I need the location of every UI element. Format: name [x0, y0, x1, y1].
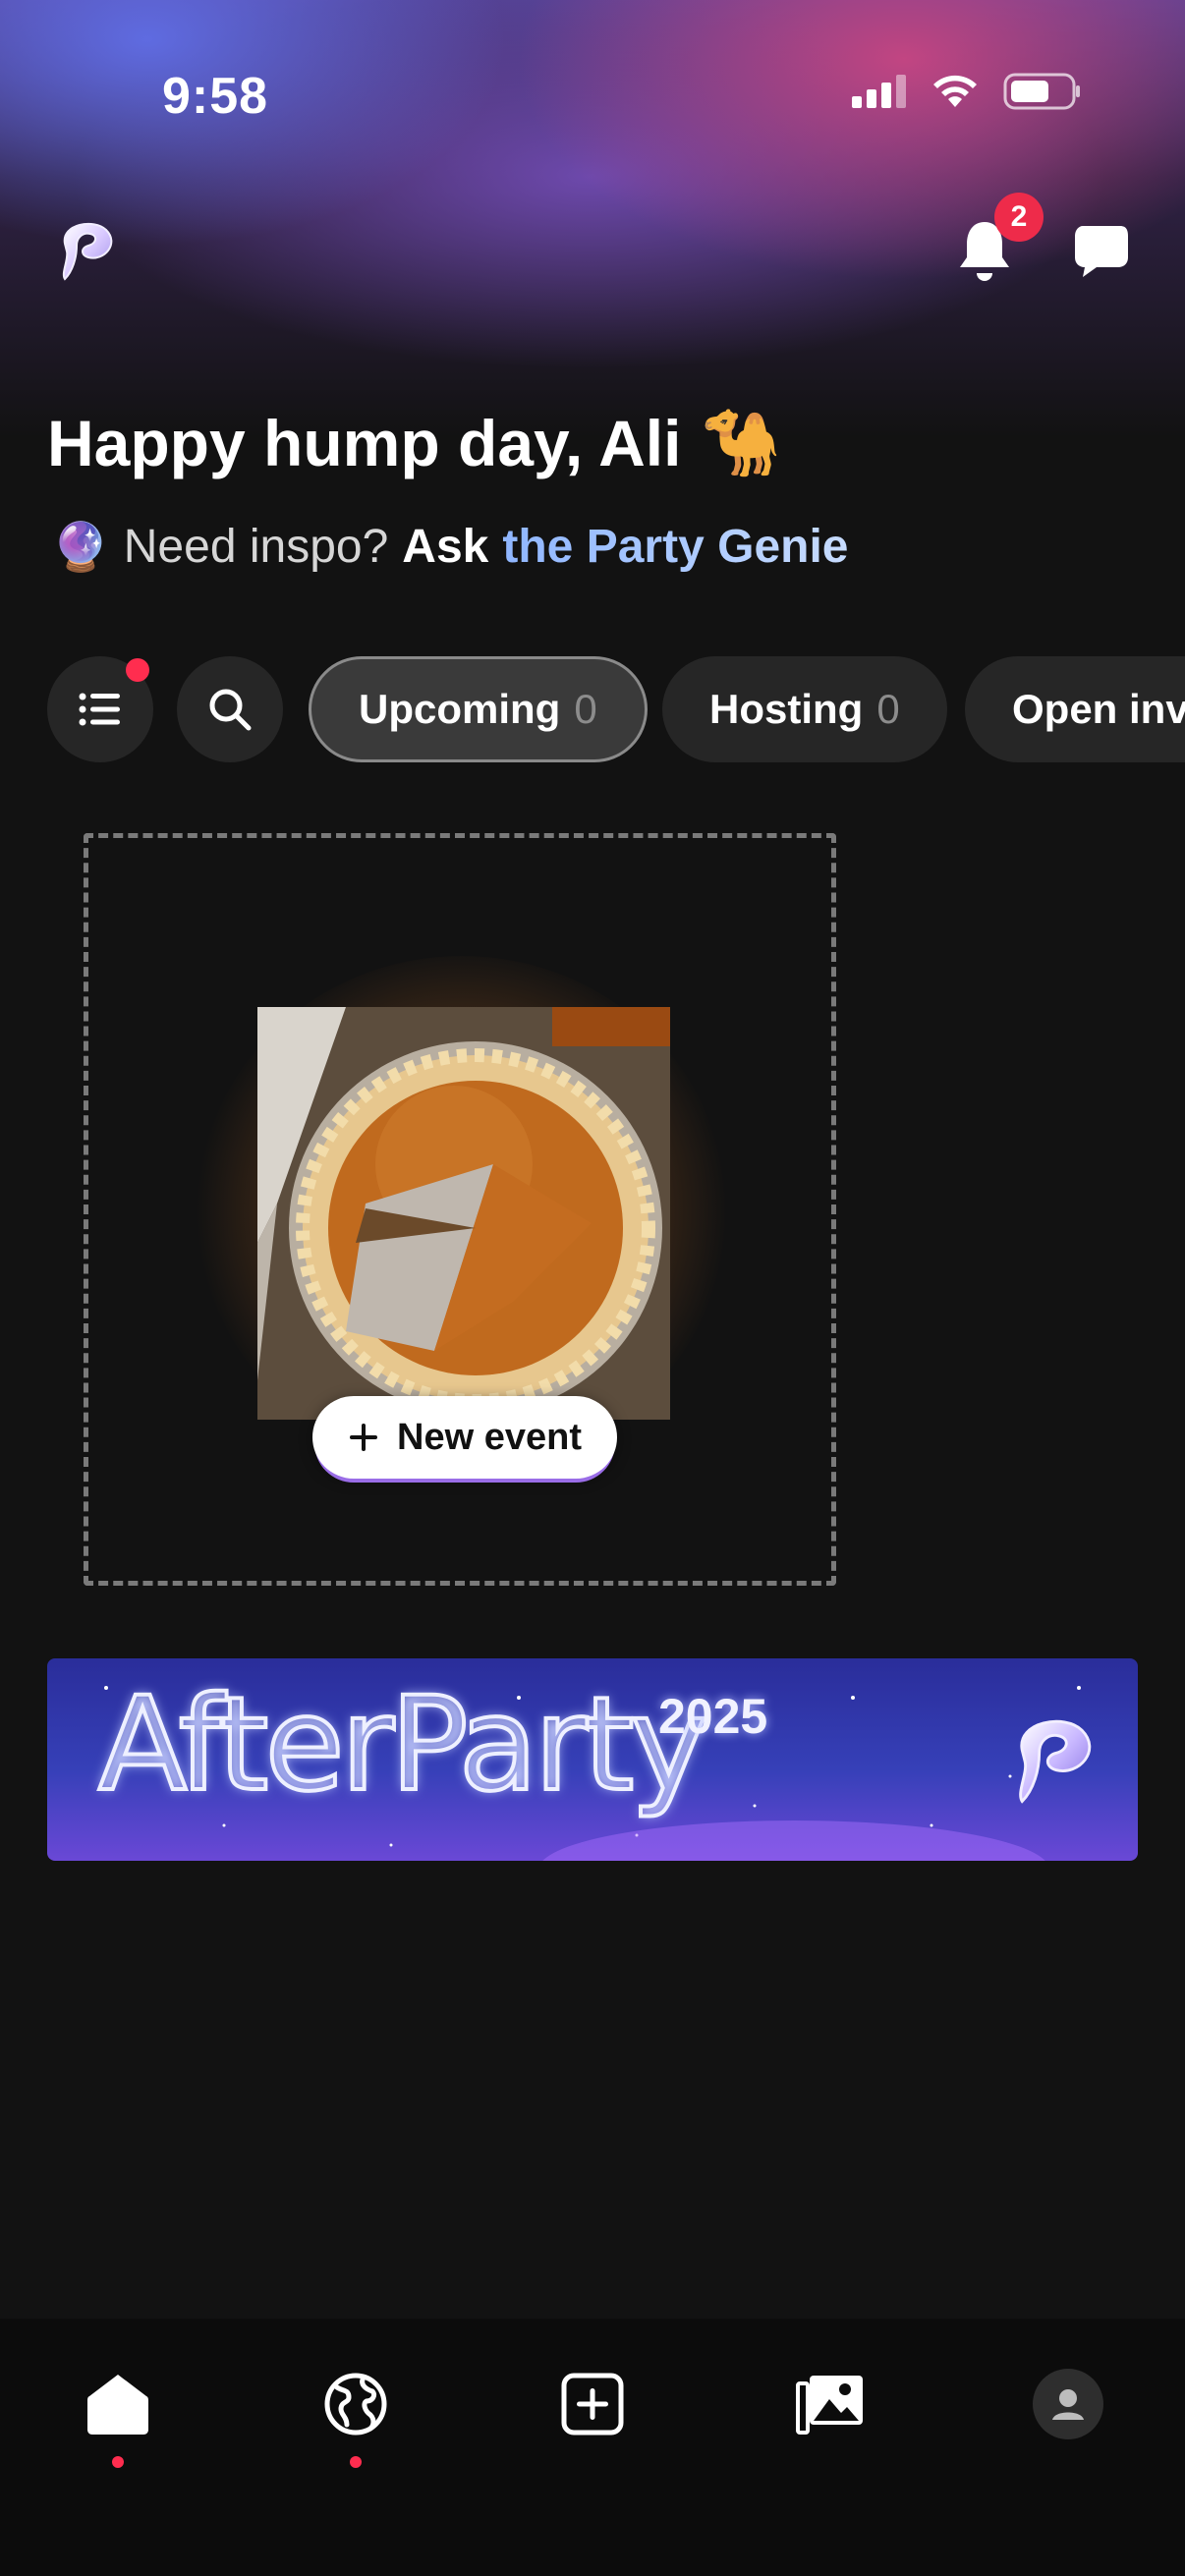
list-filter-button[interactable]	[47, 656, 153, 762]
status-icons	[852, 73, 1082, 110]
status-time: 9:58	[162, 68, 269, 125]
nav-home[interactable]	[74, 2360, 162, 2448]
bottom-nav	[0, 2319, 1185, 2576]
afterparty-year: 2025	[658, 1689, 768, 1744]
camel-emoji: 🐪	[701, 406, 782, 478]
partiful-logo-icon	[1019, 1719, 1092, 1804]
nav-profile[interactable]	[1024, 2360, 1112, 2448]
list-icon	[79, 693, 120, 726]
notification-badge: 2	[994, 193, 1044, 242]
ask-text: Ask	[402, 521, 489, 573]
globe-icon	[324, 2373, 387, 2436]
partiful-logo-icon[interactable]	[51, 214, 126, 289]
crystal-ball-emoji: 🔮	[51, 522, 110, 574]
wifi-icon	[933, 75, 977, 107]
gallery-icon	[796, 2376, 863, 2435]
nav-create[interactable]	[548, 2360, 637, 2448]
tab-open-invites-label: Open inv	[1012, 686, 1185, 732]
greeting-text: Happy hump day, Ali	[47, 407, 682, 479]
party-genie-prompt[interactable]: 🔮 Need inspo? Ask the Party Genie	[51, 519, 848, 575]
new-event-button[interactable]: New event	[312, 1396, 617, 1479]
filter-chips: Upcoming 0 Hosting 0 Open inv	[47, 656, 1185, 762]
party-genie-link[interactable]: the Party Genie	[502, 520, 848, 574]
pumpkin-pie-image	[257, 1007, 670, 1420]
tab-hosting-count: 0	[876, 686, 900, 732]
new-event-card[interactable]: New event	[84, 833, 836, 1586]
afterparty-title: AfterParty	[96, 1669, 709, 1820]
tab-upcoming-label: Upcoming	[359, 686, 561, 732]
list-notification-dot	[126, 658, 149, 682]
home-icon	[87, 2375, 148, 2435]
nav-explore-dot	[350, 2456, 362, 2468]
cellular-signal-icon	[852, 75, 906, 108]
tab-hosting-label: Hosting	[709, 686, 864, 732]
new-event-label: New event	[397, 1416, 582, 1458]
tab-upcoming[interactable]: Upcoming 0	[309, 656, 648, 762]
profile-avatar	[1033, 2369, 1103, 2439]
search-icon	[209, 689, 252, 731]
chat-icon[interactable]	[1073, 224, 1130, 279]
nav-photos[interactable]	[786, 2360, 875, 2448]
tab-hosting[interactable]: Hosting 0	[662, 656, 947, 762]
plus-icon	[350, 1424, 378, 1451]
greeting-heading: Happy hump day, Ali 🐪	[47, 405, 782, 481]
status-bar: 9:58	[0, 0, 1185, 187]
search-button[interactable]	[177, 656, 283, 762]
inspo-text: Need inspo?	[123, 521, 389, 573]
battery-icon	[1003, 73, 1080, 110]
nav-home-dot	[112, 2456, 124, 2468]
tab-upcoming-count: 0	[574, 686, 597, 732]
afterparty-banner[interactable]: AfterParty 2025	[47, 1658, 1138, 1861]
nav-explore[interactable]	[311, 2360, 400, 2448]
add-square-icon	[561, 2373, 624, 2436]
tab-open-invites[interactable]: Open inv	[965, 656, 1185, 762]
